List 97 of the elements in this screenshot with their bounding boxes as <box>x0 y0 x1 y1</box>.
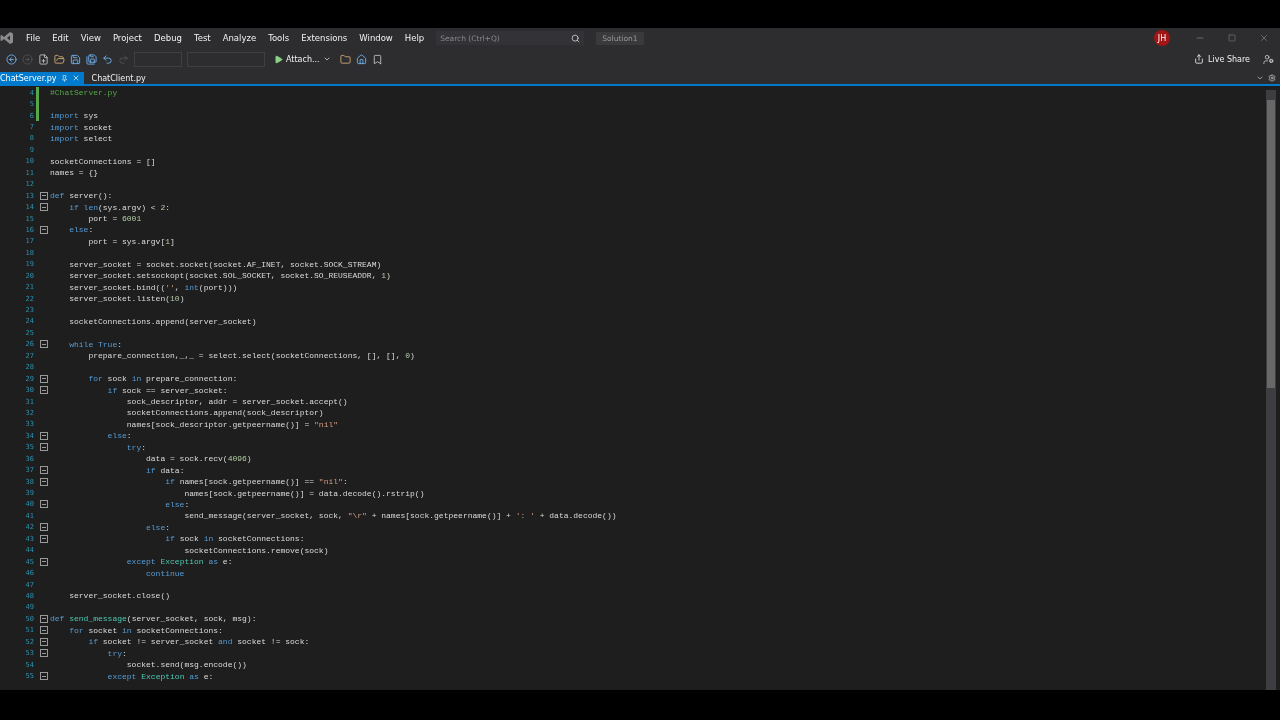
code-line: else: <box>145 522 171 532</box>
code-line: for sock in prepare_connection: <box>87 374 238 384</box>
search-icon <box>571 33 581 43</box>
code-line: if sock in socketConnections: <box>164 534 305 544</box>
code-line: server_socket.close() <box>68 591 171 601</box>
undo-icon[interactable] <box>102 53 113 65</box>
fold-toggle[interactable] <box>40 557 48 566</box>
code-line: names = {} <box>50 168 98 178</box>
fold-toggle[interactable] <box>40 477 48 486</box>
menu-item[interactable]: Test <box>187 31 217 45</box>
code-line: #ChatServer.py <box>50 88 118 98</box>
code-line: names[sock.getpeername()] = data.decode().rstrip() <box>183 488 425 498</box>
fold-toggle[interactable] <box>40 534 48 543</box>
menu-item[interactable]: Help <box>398 31 431 45</box>
settings-icon[interactable] <box>1268 74 1276 82</box>
bookmark-icon[interactable] <box>371 53 383 65</box>
live-share-button[interactable]: Live Share <box>1186 54 1258 64</box>
attach-button[interactable]: Attach... <box>270 54 335 64</box>
menu-item[interactable]: Window <box>353 31 399 45</box>
scrollbar[interactable] <box>1266 90 1276 690</box>
code-line: data = sock.recv(4096) <box>145 454 252 464</box>
back-icon[interactable] <box>6 53 17 65</box>
code-line: if len(sys.argv) < 2: <box>68 202 171 212</box>
code-line: sock_descriptor, addr = server_socket.accept() <box>125 397 348 407</box>
code-line: socketConnections = [] <box>50 156 156 166</box>
fold-toggle[interactable] <box>40 523 48 532</box>
code-line: try: <box>106 648 127 658</box>
fold-toggle[interactable] <box>40 466 48 475</box>
save-icon[interactable] <box>70 53 81 65</box>
code-line: import select <box>50 133 113 143</box>
code-line: server_socket.setsockopt(socket.SOL_SOCKET, socket.SO_REUSEADDR, 1) <box>68 271 391 281</box>
fold-toggle[interactable] <box>40 626 48 635</box>
code-line: def server(): <box>50 191 113 201</box>
code-line: server_socket.bind(('', int(port))) <box>68 282 238 292</box>
code-line: def send_message(server_socket, sock, msg): <box>50 614 257 624</box>
fold-toggle[interactable] <box>40 672 48 681</box>
caret-icon <box>322 55 331 63</box>
save-all-icon[interactable] <box>86 53 97 65</box>
fold-toggle[interactable] <box>40 225 48 234</box>
code-line: port = sys.argv[1] <box>87 236 175 246</box>
code-line: import sys <box>50 111 98 121</box>
menu-item[interactable]: View <box>74 31 107 45</box>
code-line: try: <box>125 442 147 452</box>
code-line: port = 6001 <box>87 214 142 224</box>
fold-toggle[interactable] <box>40 614 48 623</box>
code-line: if sock == server_socket: <box>106 385 228 395</box>
code-line: except Exception as e: <box>106 671 214 681</box>
fold-toggle[interactable] <box>40 649 48 658</box>
dropdown-icon[interactable] <box>1256 74 1264 82</box>
code-line: import socket <box>50 122 113 132</box>
code-line: else: <box>68 225 94 235</box>
play-icon <box>274 54 283 64</box>
code-line: server_socket.listen(10) <box>68 294 185 304</box>
code-line: if socket != server_socket and socket != sock: <box>87 637 310 647</box>
code-line: except Exception as e: <box>125 557 233 567</box>
code-line: send_message(server_socket, sock, "\r" + names[sock.getpeername()] + ': ' + data.decode()) <box>183 511 617 521</box>
code-line: if names[sock.getpeername()] == "nil": <box>164 477 348 487</box>
menu-item[interactable]: Extensions <box>295 31 354 45</box>
menu-item[interactable]: File <box>20 31 47 45</box>
share-icon <box>1194 54 1205 64</box>
menu-item[interactable]: Tools <box>262 31 296 45</box>
menu-item[interactable]: Debug <box>147 31 188 45</box>
fold-toggle[interactable] <box>40 374 48 383</box>
code-line: socket.send(msg.encode()) <box>125 660 247 670</box>
code-line: else: <box>164 499 190 509</box>
fold-toggle[interactable] <box>40 191 48 200</box>
code-line: for socket in socketConnections: <box>68 625 223 635</box>
folder-icon[interactable] <box>54 53 65 65</box>
code-line: prepare_connection,_,_ = select.select(socketConnections, [], [], 0) <box>87 351 415 361</box>
close-icon[interactable] <box>1259 33 1269 43</box>
code-line: else: <box>106 431 132 441</box>
folder-icon[interactable] <box>339 53 351 65</box>
menu-item[interactable]: Project <box>106 31 148 45</box>
code-line: while True: <box>68 339 123 349</box>
file-tab[interactable]: ChatClient.py <box>83 72 154 84</box>
menu-item[interactable]: Edit <box>46 31 75 45</box>
fold-toggle[interactable] <box>40 637 48 646</box>
code-line: if data: <box>145 465 185 475</box>
code-line: continue <box>145 568 185 578</box>
close-icon[interactable] <box>71 74 80 82</box>
menu-item[interactable]: Analyze <box>216 31 263 45</box>
fold-toggle[interactable] <box>40 340 48 349</box>
fold-toggle[interactable] <box>40 386 48 395</box>
fold-toggle[interactable] <box>40 431 48 440</box>
new-file-icon[interactable] <box>38 53 49 65</box>
code-line: socketConnections.remove(sock) <box>183 545 329 555</box>
fold-toggle[interactable] <box>40 443 48 452</box>
code-line: socketConnections.append(sock_descriptor) <box>125 408 324 418</box>
account-avatar[interactable]: JH <box>1154 30 1170 46</box>
fold-toggle[interactable] <box>40 203 48 212</box>
home-icon[interactable] <box>355 53 367 65</box>
logo-icon <box>0 31 14 45</box>
code-line: socketConnections.append(server_socket) <box>68 316 257 326</box>
code-line: server_socket = socket.socket(socket.AF_INET, socket.SOCK_STREAM) <box>68 259 382 269</box>
file-tab[interactable]: ChatServer.py <box>0 72 84 84</box>
code-line: names[sock_descriptor.getpeername()] = "nil" <box>125 419 339 429</box>
fold-toggle[interactable] <box>40 500 48 509</box>
